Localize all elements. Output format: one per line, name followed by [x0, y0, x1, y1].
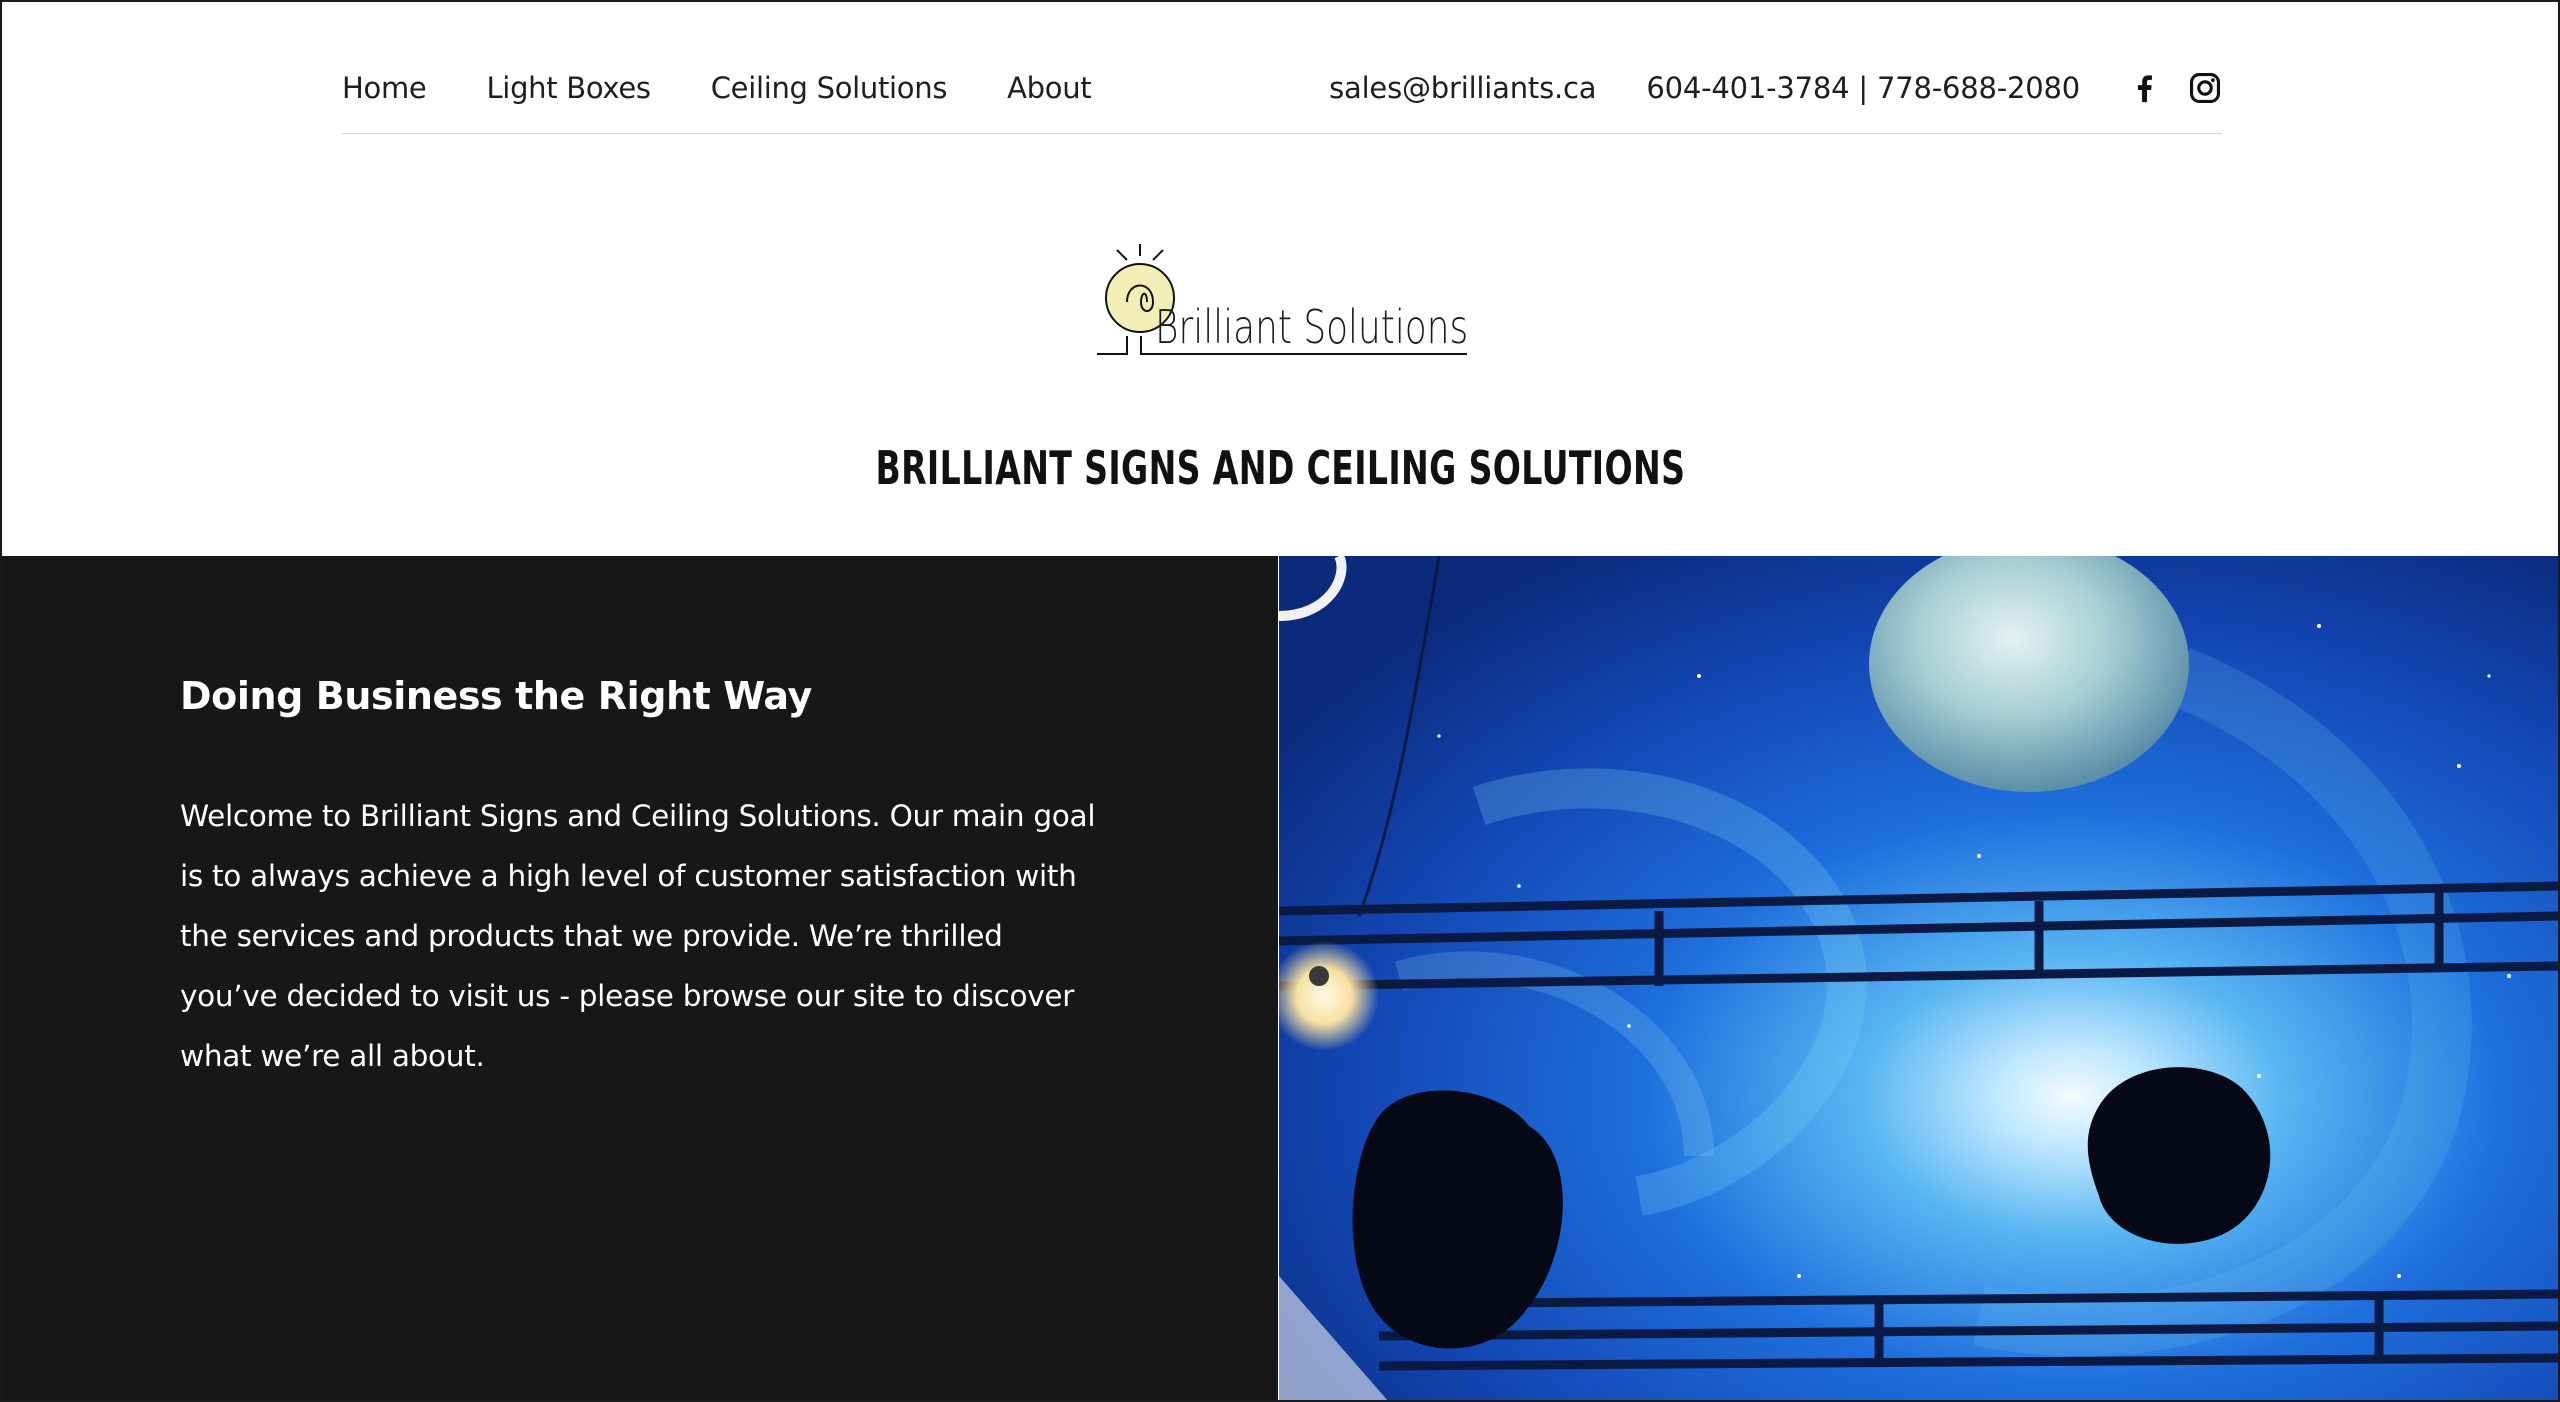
facebook-link[interactable]: [2128, 71, 2162, 105]
ceiling-galaxy-image: [1279, 556, 2558, 1400]
phone-numbers: 604-401-3784 | 778-688-2080: [1646, 71, 2080, 105]
facebook-icon: [2137, 75, 2152, 103]
nav-link-ceiling-solutions[interactable]: Ceiling Solutions: [711, 71, 948, 105]
nav-link-home[interactable]: Home: [342, 71, 427, 105]
brand-logo[interactable]: Brilliant Solutions: [1097, 240, 1469, 360]
hero-heading: Doing Business the Right Way: [180, 673, 812, 718]
nav-divider: [342, 133, 2222, 134]
logo-text: Brilliant Solutions: [1155, 300, 1469, 354]
browser-viewport: Home Light Boxes Ceiling Solutions About…: [0, 0, 2560, 1402]
contact-info: sales@brilliants.ca 604-401-3784 | 778-6…: [1329, 64, 2222, 112]
social-bar: [2128, 71, 2222, 105]
email-link[interactable]: sales@brilliants.ca: [1329, 71, 1596, 105]
instagram-link[interactable]: [2188, 71, 2222, 105]
nav-menu: Home Light Boxes Ceiling Solutions About: [342, 64, 1092, 112]
hero-text-panel: Doing Business the Right Way Welcome to …: [2, 556, 1278, 1400]
instagram-icon: [2189, 72, 2221, 104]
nav-link-about[interactable]: About: [1007, 71, 1092, 105]
site-title: BRILLIANT SIGNS AND CEILING SOLUTIONS: [875, 440, 1685, 495]
hero-paragraph: Welcome to Brilliant Signs and Ceiling S…: [180, 798, 1096, 1073]
site-header: Home Light Boxes Ceiling Solutions About…: [2, 2, 2558, 555]
top-navigation: Home Light Boxes Ceiling Solutions About…: [342, 64, 2222, 112]
nav-link-light-boxes[interactable]: Light Boxes: [486, 71, 651, 105]
hero-section: Doing Business the Right Way Welcome to …: [2, 556, 2558, 1400]
